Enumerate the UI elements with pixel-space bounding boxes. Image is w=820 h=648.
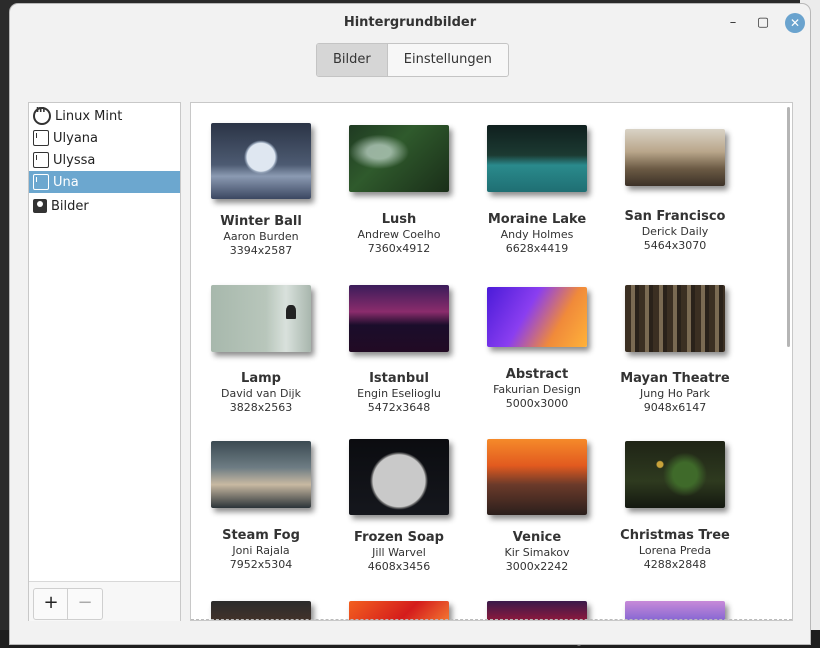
- wallpaper-author: Jung Ho Park: [640, 387, 710, 400]
- wallpaper-author: David van Dijk: [221, 387, 301, 400]
- sidebar-item-label: Bilder: [51, 198, 89, 214]
- monitor-icon: [33, 130, 49, 146]
- wallpaper-thumbnail: [349, 439, 449, 515]
- add-folder-button[interactable]: +: [33, 588, 69, 620]
- wallpaper-name: San Francisco: [624, 209, 726, 224]
- vertical-scrollbar[interactable]: [787, 107, 790, 347]
- wallpaper-thumbnail: [211, 123, 311, 199]
- sidebar-toolbar: + −: [29, 581, 180, 621]
- wallpaper-item[interactable]: [615, 601, 735, 620]
- wallpaper-name: Venice: [512, 530, 562, 545]
- sidebar-item-una[interactable]: Una: [29, 171, 180, 193]
- wallpaper-item[interactable]: Frozen Soap Jill Warvel 4608x3456: [339, 439, 459, 579]
- wallpaper-thumbnail: [487, 287, 587, 347]
- sidebar-item-label: Una: [53, 174, 79, 190]
- wallpaper-resolution: 3000x2242: [505, 560, 569, 573]
- wallpaper-author: Andrew Coelho: [357, 228, 441, 241]
- wallpaper-thumbnail: [625, 441, 725, 508]
- wallpaper-thumbnail: [487, 125, 587, 192]
- wallpaper-thumbnail: [349, 125, 449, 192]
- minimize-button[interactable]: –: [723, 13, 743, 33]
- wallpaper-item[interactable]: Lush Andrew Coelho 7360x4912: [339, 125, 459, 265]
- wallpaper-thumbnail: [349, 601, 449, 620]
- wallpaper-author: Engin Eselioglu: [357, 387, 441, 400]
- wallpaper-resolution: 4608x3456: [367, 560, 431, 573]
- linux-mint-logo-icon: [33, 105, 51, 125]
- monitor-icon: [33, 152, 49, 168]
- wallpaper-name: Abstract: [505, 367, 569, 382]
- wallpaper-author: Aaron Burden: [223, 230, 299, 243]
- wallpaper-item[interactable]: [339, 601, 459, 620]
- wallpaper-item[interactable]: Istanbul Engin Eselioglu 5472x3648: [339, 285, 459, 425]
- wallpaper-thumbnail: [487, 439, 587, 515]
- wallpaper-item[interactable]: Steam Fog Joni Rajala 7952x5304: [201, 441, 321, 581]
- wallpaper-author: Derick Daily: [641, 225, 709, 238]
- wallpaper-name: Lush: [381, 212, 417, 227]
- wallpaper-item[interactable]: Winter Ball Aaron Burden 3394x2587: [201, 123, 321, 263]
- wallpaper-item[interactable]: Lamp David van Dijk 3828x2563: [201, 285, 321, 425]
- wallpaper-resolution: 5000x3000: [505, 397, 569, 410]
- wallpaper-resolution: 3828x2563: [229, 401, 293, 414]
- wallpaper-item[interactable]: Moraine Lake Andy Holmes 6628x4419: [477, 125, 597, 265]
- wallpaper-resolution: 5472x3648: [367, 401, 431, 414]
- wallpaper-item[interactable]: Mayan Theatre Jung Ho Park 9048x6147: [615, 285, 735, 425]
- wallpaper-thumbnail: [349, 285, 449, 352]
- window-title: Hintergrundbilder: [343, 15, 477, 30]
- collection-sidebar: Linux Mint Ulyana Ulyssa Una Bilder + −: [28, 102, 181, 621]
- sidebar-item-label: Ulyssa: [53, 152, 96, 168]
- wallpaper-resolution: 5464x3070: [643, 239, 707, 252]
- wallpaper-resolution: 3394x2587: [229, 244, 293, 257]
- wallpaper-author: Kir Simakov: [504, 546, 570, 559]
- wallpaper-thumbnail: [625, 601, 725, 620]
- wallpaper-name: Istanbul: [369, 371, 429, 386]
- wallpaper-thumbnail: [211, 441, 311, 508]
- wallpaper-item[interactable]: Venice Kir Simakov 3000x2242: [477, 439, 597, 579]
- wallpaper-resolution: 6628x4419: [505, 242, 569, 255]
- sidebar-item-bilder[interactable]: Bilder: [29, 195, 180, 217]
- wallpaper-grid: Winter Ball Aaron Burden 3394x2587 Lush …: [190, 102, 793, 621]
- wallpaper-item[interactable]: Christmas Tree Lorena Preda 4288x2848: [615, 441, 735, 581]
- wallpaper-author: Fakurian Design: [493, 383, 581, 396]
- wallpaper-author: Lorena Preda: [638, 544, 712, 557]
- wallpaper-name: Lamp: [241, 371, 281, 386]
- wallpaper-author: Jill Warvel: [372, 546, 426, 559]
- sidebar-item-label: Linux Mint: [55, 108, 123, 124]
- wallpaper-item[interactable]: [201, 601, 321, 620]
- wallpaper-name: Frozen Soap: [354, 530, 444, 545]
- remove-folder-button[interactable]: −: [67, 588, 103, 620]
- wallpaper-thumbnail: [211, 285, 311, 352]
- tab-bilder[interactable]: Bilder: [317, 44, 387, 76]
- wallpaper-item[interactable]: San Francisco Derick Daily 5464x3070: [615, 129, 735, 269]
- sidebar-item-ulyana[interactable]: Ulyana: [29, 127, 180, 149]
- sidebar-item-label: Ulyana: [53, 130, 98, 146]
- wallpaper-name: Winter Ball: [220, 214, 302, 229]
- wallpaper-name: Christmas Tree: [620, 528, 730, 543]
- close-button[interactable]: ✕: [785, 13, 805, 33]
- wallpaper-resolution: 9048x6147: [643, 401, 707, 414]
- wallpaper-author: Joni Rajala: [232, 544, 290, 557]
- wallpaper-thumbnail: [625, 129, 725, 186]
- scroll-edge-indicator: [191, 619, 792, 620]
- wallpaper-name: Mayan Theatre: [620, 371, 730, 386]
- tab-bar: Bilder Einstellungen: [316, 43, 509, 77]
- sidebar-item-linux-mint[interactable]: Linux Mint: [29, 105, 180, 127]
- wallpaper-resolution: 7360x4912: [367, 242, 431, 255]
- wallpaper-name: Steam Fog: [222, 528, 300, 543]
- camera-icon: [33, 199, 47, 213]
- wallpaper-thumbnail: [211, 601, 311, 620]
- wallpaper-thumbnail: [487, 601, 587, 620]
- sidebar-item-ulyssa[interactable]: Ulyssa: [29, 149, 180, 171]
- titlebar[interactable]: Hintergrundbilder – ▢ ✕: [10, 4, 810, 42]
- wallpaper-name: Moraine Lake: [487, 212, 587, 227]
- wallpaper-item[interactable]: [477, 601, 597, 620]
- wallpaper-item[interactable]: Abstract Fakurian Design 5000x3000: [477, 287, 597, 427]
- wallpaper-thumbnail: [625, 285, 725, 352]
- tab-einstellungen[interactable]: Einstellungen: [386, 44, 508, 76]
- wallpaper-resolution: 7952x5304: [229, 558, 293, 571]
- monitor-icon: [33, 174, 49, 190]
- wallpaper-dialog: Hintergrundbilder – ▢ ✕ Bilder Einstellu…: [10, 4, 810, 644]
- wallpaper-author: Andy Holmes: [500, 228, 574, 241]
- wallpaper-resolution: 4288x2848: [643, 558, 707, 571]
- maximize-button[interactable]: ▢: [753, 13, 773, 33]
